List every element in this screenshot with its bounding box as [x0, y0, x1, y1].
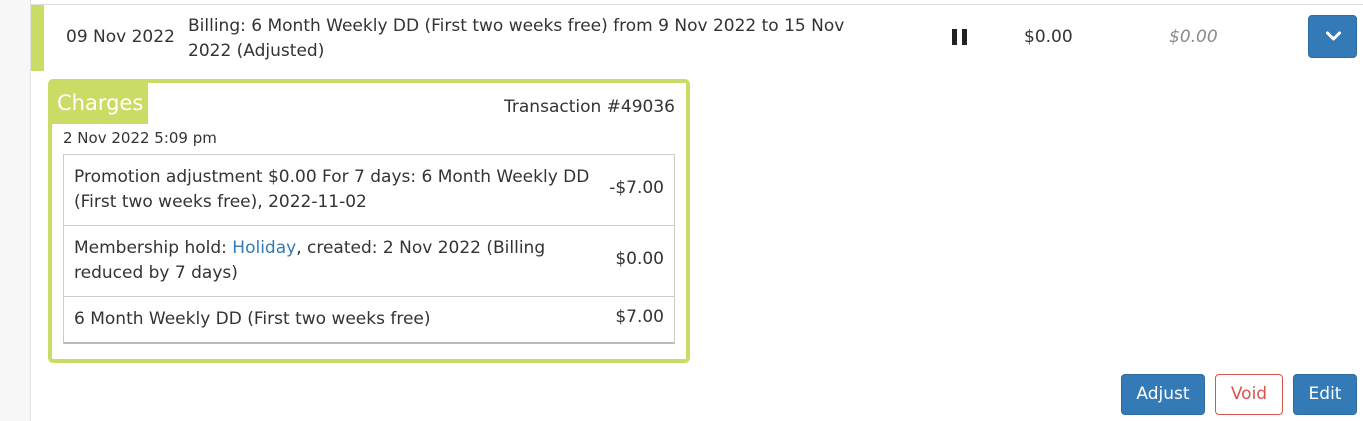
transaction-date: 09 Nov 2022 [66, 27, 175, 47]
charge-row: 6 Month Weekly DD (First two weeks free)… [64, 297, 674, 342]
transaction-timestamp: 2 Nov 2022 5:09 pm [63, 129, 217, 147]
charges-panel: Charges Transaction #49036 2 Nov 2022 5:… [48, 79, 690, 363]
transaction-detail-view: 09 Nov 2022 Billing: 6 Month Weekly DD (… [0, 0, 1363, 421]
charge-amount: $7.00 [615, 307, 664, 327]
charge-description: Membership hold: Holiday, created: 2 Nov… [74, 236, 594, 286]
transaction-number: Transaction #49036 [504, 97, 675, 117]
charges-table: Promotion adjustment $0.00 For 7 days: 6… [63, 154, 675, 344]
transaction-description: Billing: 6 Month Weekly DD (First two we… [188, 16, 845, 61]
pause-icon [952, 29, 967, 45]
transaction-amount: $0.00 [1024, 27, 1073, 47]
row-status-marker [31, 5, 44, 71]
adjust-button[interactable]: Adjust [1121, 374, 1205, 415]
void-button[interactable]: Void [1215, 374, 1283, 415]
charge-row: Promotion adjustment $0.00 For 7 days: 6… [64, 155, 674, 226]
chevron-down-icon [1326, 31, 1341, 41]
expand-row-button[interactable] [1308, 15, 1357, 58]
transaction-balance: $0.00 [1169, 27, 1218, 47]
charge-amount: -$7.00 [609, 178, 664, 198]
charge-row: Membership hold: Holiday, created: 2 Nov… [64, 226, 674, 297]
charge-description-prefix: Membership hold: [74, 238, 233, 258]
hold-link-holiday[interactable]: Holiday [232, 238, 296, 258]
charge-description: Promotion adjustment $0.00 For 7 days: 6… [74, 167, 590, 212]
left-gutter [0, 0, 31, 421]
edit-button[interactable]: Edit [1293, 374, 1357, 415]
charge-amount: $0.00 [615, 249, 664, 269]
charges-tag: Charges [52, 83, 148, 124]
transaction-row[interactable]: 09 Nov 2022 Billing: 6 Month Weekly DD (… [31, 4, 1363, 71]
charge-description: 6 Month Weekly DD (First two weeks free) [74, 309, 431, 329]
